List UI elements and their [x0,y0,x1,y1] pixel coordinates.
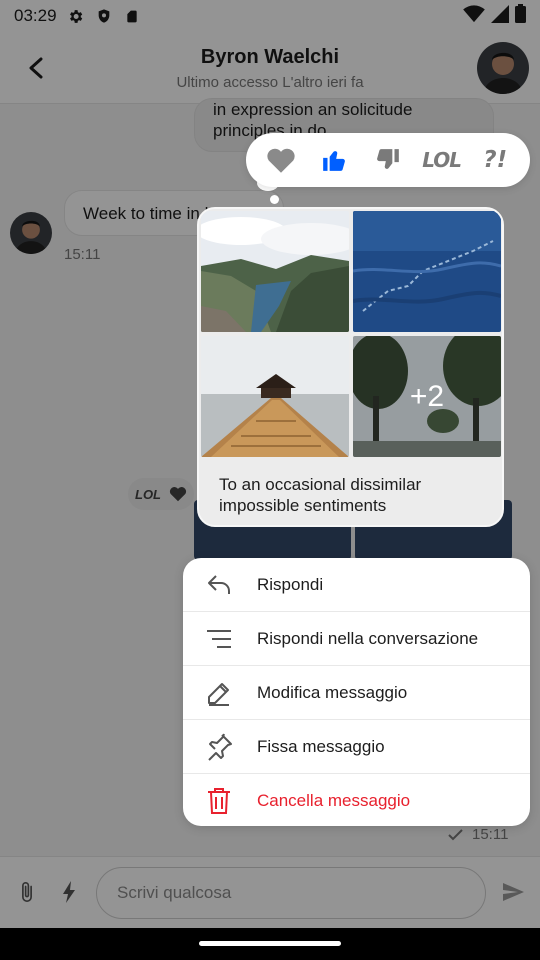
reaction-lol[interactable]: LOL [422,140,462,180]
trash-icon [205,787,233,815]
menu-item-edit[interactable]: Modifica messaggio [183,666,530,720]
system-navigation-bar [0,928,540,960]
menu-item-label: Fissa messaggio [257,736,385,756]
reaction-thumbs-up[interactable] [314,140,354,180]
photo-trees[interactable]: +2 [353,336,501,457]
photo-pier[interactable] [201,336,349,457]
reaction-picker-tail-dot [270,195,279,204]
attachment-grid: +2 [201,211,501,457]
more-attachments-count[interactable]: +2 [353,336,501,457]
heart-icon [267,148,295,173]
photo-fjord[interactable] [201,211,349,332]
photo-ocean[interactable] [353,211,501,332]
reaction-wow[interactable]: ?! [475,140,515,180]
thumbs-up-icon [323,151,346,171]
reaction-heart[interactable] [261,140,301,180]
thread-reply-icon [205,625,233,653]
reply-icon [205,571,233,599]
menu-item-label: Rispondi nella conversazione [257,628,479,648]
menu-item-thread-reply[interactable]: Rispondi nella conversazione [183,612,530,666]
menu-item-label: Cancella messaggio [257,791,411,810]
reaction-picker: LOL ?! [246,133,530,187]
menu-item-pin[interactable]: Fissa messaggio [183,720,530,774]
menu-item-label: Modifica messaggio [257,682,408,702]
message-text: To an occasional dissimilar impossible s… [219,475,422,515]
home-handle[interactable] [199,941,341,946]
thumbs-down-icon [377,149,399,169]
message-actions-menu: Rispondi Rispondi nella conversazione Mo… [183,558,530,826]
selected-message[interactable]: +2 To an occasional dissimilar impossibl… [197,207,504,527]
menu-item-label: Rispondi [257,574,324,594]
reaction-thumbs-down[interactable] [368,140,408,180]
pin-icon [205,733,233,761]
edit-icon [205,679,233,707]
menu-item-delete[interactable]: Cancella messaggio [183,774,530,826]
menu-item-reply[interactable]: Rispondi [183,558,530,612]
